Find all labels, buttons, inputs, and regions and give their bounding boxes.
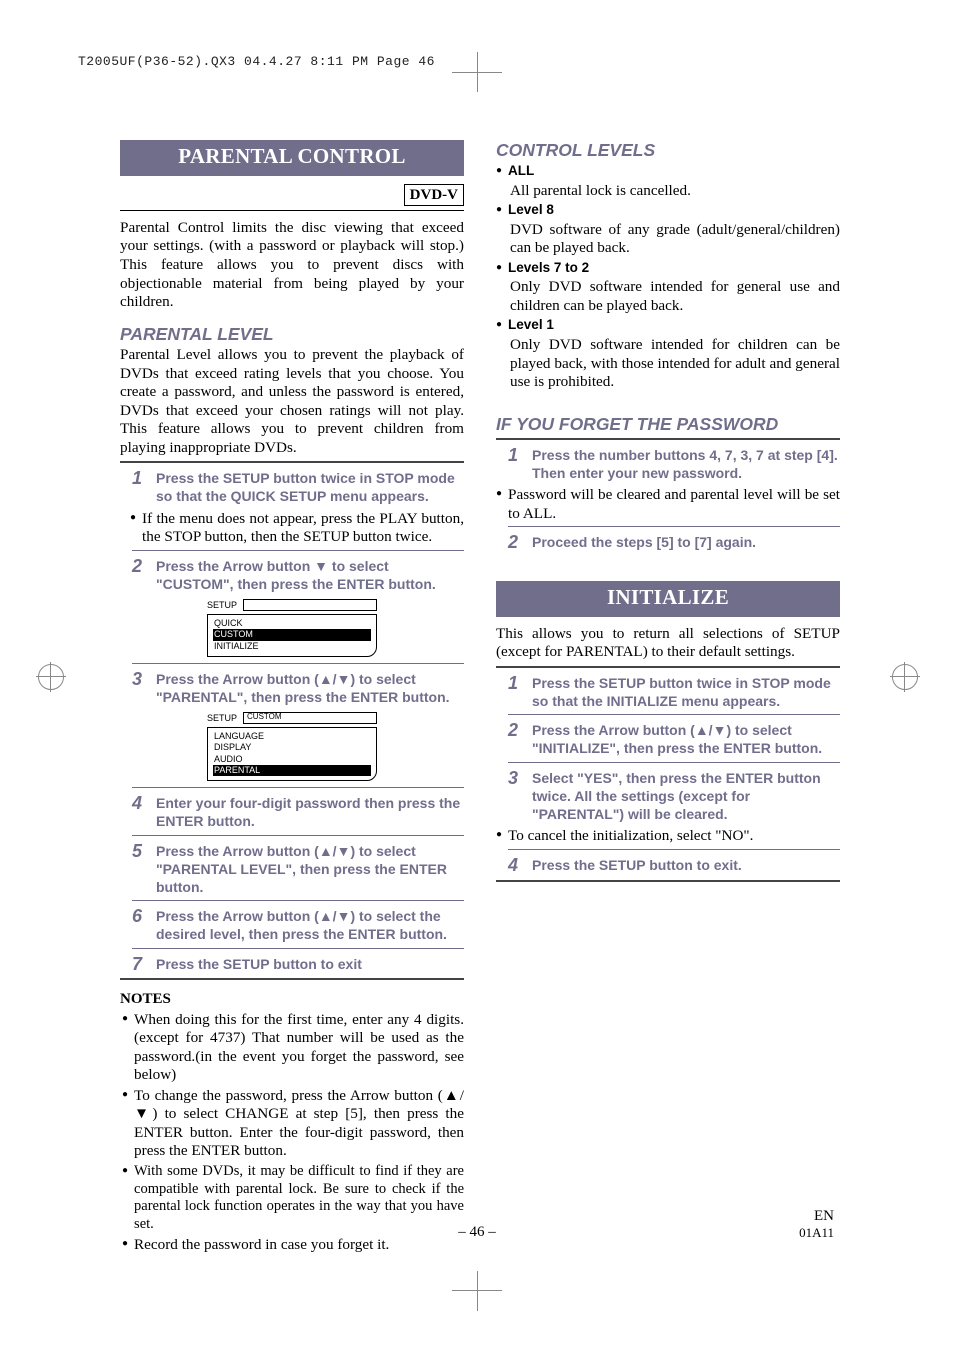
step-5: 5Press the Arrow button (▲/▼) to select …	[132, 842, 464, 897]
section-banner: INITIALIZE	[496, 581, 840, 617]
level-body: All parental lock is cancelled.	[496, 182, 840, 201]
crop-mark	[452, 72, 502, 73]
divider	[132, 835, 464, 836]
setup-menu-1: SETUP QUICK CUSTOM INITIALIZE	[207, 599, 377, 657]
level-item: ●ALL	[496, 163, 840, 179]
divider	[132, 663, 464, 664]
footer-code: EN 01A11	[799, 1207, 834, 1241]
step-4: 4Enter your four-digit password then pre…	[132, 794, 464, 830]
level-item: ●Levels 7 to 2	[496, 260, 840, 276]
divider	[508, 714, 840, 715]
notes-heading: NOTES	[120, 990, 464, 1008]
step-7: 7Press the SETUP button to exit	[132, 955, 464, 975]
level-body: Only DVD software intended for children …	[496, 336, 840, 392]
divider	[508, 762, 840, 763]
note-bullet: ●To change the password, press the Arrow…	[122, 1087, 464, 1161]
subsection-heading: PARENTAL LEVEL	[120, 324, 464, 345]
level-item: ●Level 1	[496, 317, 840, 333]
subsection-heading: IF YOU FORGET THE PASSWORD	[496, 414, 840, 435]
divider	[496, 666, 840, 668]
crop-mark	[452, 1290, 502, 1291]
step-2: 2Press the Arrow button ▼ to select "CUS…	[132, 557, 464, 593]
note-bullet: ●To cancel the initialization, select "N…	[496, 827, 840, 846]
divider	[132, 787, 464, 788]
crop-mark	[884, 656, 924, 696]
dvd-badge: DVD-V	[404, 184, 464, 206]
header-annotation: T2005UF(P36-52).QX3 04.4.27 8:11 PM Page…	[78, 54, 435, 69]
crop-mark	[477, 1271, 478, 1311]
left-column: PARENTAL CONTROL DVD-V Parental Control …	[120, 140, 464, 1256]
forget-step-2: 2Proceed the steps [5] to [7] again.	[508, 533, 840, 553]
step-1: 1Press the SETUP button twice in STOP mo…	[132, 469, 464, 505]
divider	[132, 550, 464, 551]
right-column: CONTROL LEVELS ●ALL All parental lock is…	[496, 140, 840, 1256]
level-item: ●Level 8	[496, 202, 840, 218]
init-step-1: 1Press the SETUP button twice in STOP mo…	[508, 674, 840, 710]
init-step-2: 2Press the Arrow button (▲/▼) to select …	[508, 721, 840, 757]
step-6: 6Press the Arrow button (▲/▼) to select …	[132, 907, 464, 943]
divider	[120, 978, 464, 980]
step-3: 3Press the Arrow button (▲/▼) to select …	[132, 670, 464, 706]
body-text: Parental Level allows you to prevent the…	[120, 346, 464, 457]
intro-text: Parental Control limits the disc viewing…	[120, 219, 464, 312]
crop-mark	[30, 656, 70, 696]
init-step-3: 3Select "YES", then press the ENTER butt…	[508, 769, 840, 824]
section-banner: PARENTAL CONTROL	[120, 140, 464, 176]
divider	[132, 900, 464, 901]
init-step-4: 4Press the SETUP button to exit.	[508, 856, 840, 876]
intro-text: This allows you to return all selections…	[496, 625, 840, 662]
note-bullet: ●When doing this for the first time, ent…	[122, 1011, 464, 1085]
divider	[508, 849, 840, 850]
divider	[496, 880, 840, 882]
setup-menu-2: SETUPCUSTOM LANGUAGE DISPLAY AUDIO PAREN…	[207, 712, 377, 781]
level-body: Only DVD software intended for general u…	[496, 278, 840, 315]
subsection-heading: CONTROL LEVELS	[496, 140, 840, 161]
note-bullet: ●Password will be cleared and parental l…	[496, 486, 840, 523]
divider	[496, 438, 840, 440]
divider	[120, 461, 464, 463]
divider	[132, 948, 464, 949]
note-bullet: ●If the menu does not appear, press the …	[130, 510, 464, 547]
level-body: DVD software of any grade (adult/general…	[496, 221, 840, 258]
divider	[120, 210, 464, 211]
divider	[508, 526, 840, 527]
forget-step-1: 1Press the number buttons 4, 7, 3, 7 at …	[508, 446, 840, 482]
